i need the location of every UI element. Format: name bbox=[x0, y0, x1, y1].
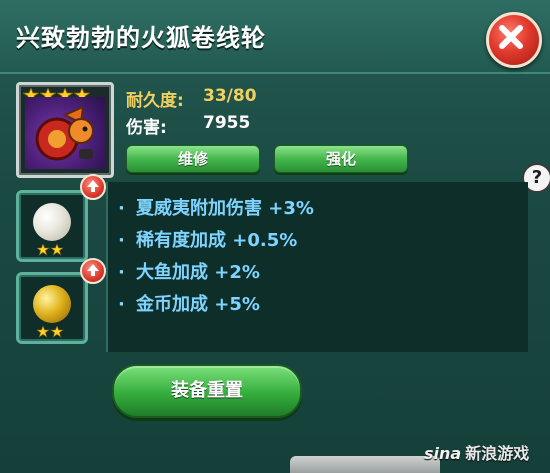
effect-item: · 夏威夷附加伤害 +3% bbox=[118, 198, 314, 219]
damage-label: 伤害: bbox=[126, 118, 167, 138]
white-pearl-icon bbox=[33, 203, 71, 241]
fox-reel-icon bbox=[25, 97, 105, 169]
effect-item: · 金币加成 +5% bbox=[118, 294, 260, 315]
item-portrait[interactable] bbox=[16, 82, 114, 178]
repair-button[interactable]: 维修 bbox=[126, 145, 260, 173]
pearl-slot-gold[interactable] bbox=[16, 272, 88, 344]
equipment-dialog: 兴致勃勃的火狐卷线轮 耐久度: 33/80 伤害: 7955 维修 强化 ? ·… bbox=[0, 0, 550, 473]
damage-value: 7955 bbox=[203, 113, 251, 133]
pearl-upgrade-arrow-icon[interactable] bbox=[80, 258, 106, 284]
equipment-reset-button[interactable]: 装备重置 bbox=[112, 364, 302, 418]
bottom-edge-element bbox=[290, 456, 440, 473]
dialog-title: 兴致勃勃的火狐卷线轮 bbox=[16, 24, 266, 52]
sina-watermark: sina 新浪游戏 bbox=[424, 440, 529, 464]
pearl-slot-white[interactable] bbox=[16, 190, 88, 262]
close-button[interactable] bbox=[486, 12, 542, 68]
effect-item: · 大鱼加成 +2% bbox=[118, 262, 260, 283]
sina-logo: sina bbox=[424, 444, 462, 463]
upgrade-button[interactable]: 强化 bbox=[274, 145, 408, 173]
gold-pearl-icon bbox=[33, 285, 71, 323]
effects-list: · 夏威夷附加伤害 +3% · 稀有度加成 +0.5% · 大鱼加成 +2% · 金币加… bbox=[106, 182, 528, 352]
durability-value: 33/80 bbox=[203, 86, 257, 106]
pearl-star-rating bbox=[36, 241, 65, 260]
close-x-icon bbox=[499, 25, 523, 49]
pearl-star-rating bbox=[36, 323, 65, 342]
watermark-text: 新浪游戏 bbox=[465, 444, 530, 463]
durability-label: 耐久度: bbox=[126, 91, 184, 111]
title-bar: 兴致勃勃的火狐卷线轮 bbox=[0, 0, 550, 74]
pearl-upgrade-arrow-icon[interactable] bbox=[80, 174, 106, 200]
effect-item: · 稀有度加成 +0.5% bbox=[118, 230, 298, 251]
